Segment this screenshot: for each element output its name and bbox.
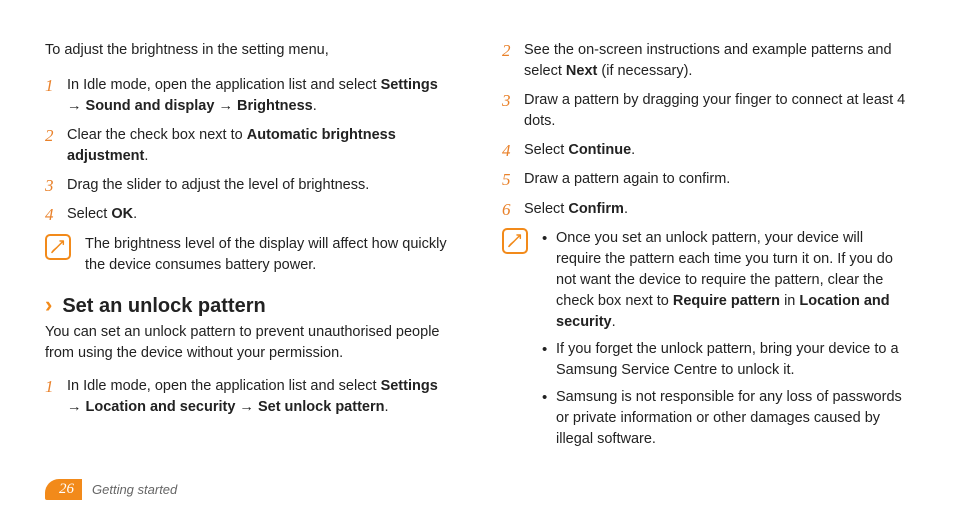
right-step-4: 4 Select Continue. (502, 140, 909, 161)
step-text: Drag the slider to adjust the level of b… (67, 175, 452, 196)
step-text: See the on-screen instructions and examp… (524, 40, 909, 82)
step-number: 1 (45, 75, 67, 117)
section-step-1: 1 In Idle mode, open the application lis… (45, 376, 452, 418)
step-number: 5 (502, 169, 524, 190)
footer-section: Getting started (92, 482, 177, 497)
step-text: Draw a pattern again to confirm. (524, 169, 909, 190)
step-number: 2 (502, 40, 524, 82)
chevron-icon: › (45, 294, 52, 316)
step-text: Select OK. (67, 204, 452, 225)
right-step-5: 5 Draw a pattern again to confirm. (502, 169, 909, 190)
step-number: 2 (45, 125, 67, 167)
section-title: Set an unlock pattern (62, 295, 265, 318)
step-3: 3 Drag the slider to adjust the level of… (45, 175, 452, 196)
step-number: 3 (502, 90, 524, 132)
step-text: Draw a pattern by dragging your finger t… (524, 90, 909, 132)
intro-text: To adjust the brightness in the setting … (45, 40, 452, 61)
step-text: In Idle mode, open the application list … (67, 75, 452, 117)
note-brightness: The brightness level of the display will… (45, 234, 452, 276)
step-number: 3 (45, 175, 67, 196)
step-number: 1 (45, 376, 67, 418)
left-column: To adjust the brightness in the setting … (45, 40, 452, 474)
step-text: Select Continue. (524, 140, 909, 161)
step-text: In Idle mode, open the application list … (67, 376, 452, 418)
note-bullet: If you forget the unlock pattern, bring … (542, 339, 909, 381)
step-number: 4 (45, 204, 67, 225)
step-text: Clear the check box next to Automatic br… (67, 125, 452, 167)
right-step-2: 2 See the on-screen instructions and exa… (502, 40, 909, 82)
step-2: 2 Clear the check box next to Automatic … (45, 125, 452, 167)
step-number: 4 (502, 140, 524, 161)
note-bullet: Once you set an unlock pattern, your dev… (542, 228, 909, 333)
page-footer: 26 Getting started (45, 479, 177, 501)
section-heading-unlock: › Set an unlock pattern (45, 294, 452, 318)
section-description: You can set an unlock pattern to prevent… (45, 322, 452, 364)
step-4: 4 Select OK. (45, 204, 452, 225)
note-icon (502, 228, 528, 254)
right-column: 2 See the on-screen instructions and exa… (502, 40, 909, 474)
right-step-3: 3 Draw a pattern by dragging your finger… (502, 90, 909, 132)
step-1: 1 In Idle mode, open the application lis… (45, 75, 452, 117)
note-unlock: Once you set an unlock pattern, your dev… (502, 228, 909, 456)
step-text: Select Confirm. (524, 199, 909, 220)
note-icon (45, 234, 71, 260)
step-number: 6 (502, 199, 524, 220)
page-number: 26 (45, 479, 82, 501)
note-bullet: Samsung is not responsible for any loss … (542, 387, 909, 450)
note-content: Once you set an unlock pattern, your dev… (542, 228, 909, 456)
right-step-6: 6 Select Confirm. (502, 199, 909, 220)
note-text: The brightness level of the display will… (85, 234, 452, 276)
